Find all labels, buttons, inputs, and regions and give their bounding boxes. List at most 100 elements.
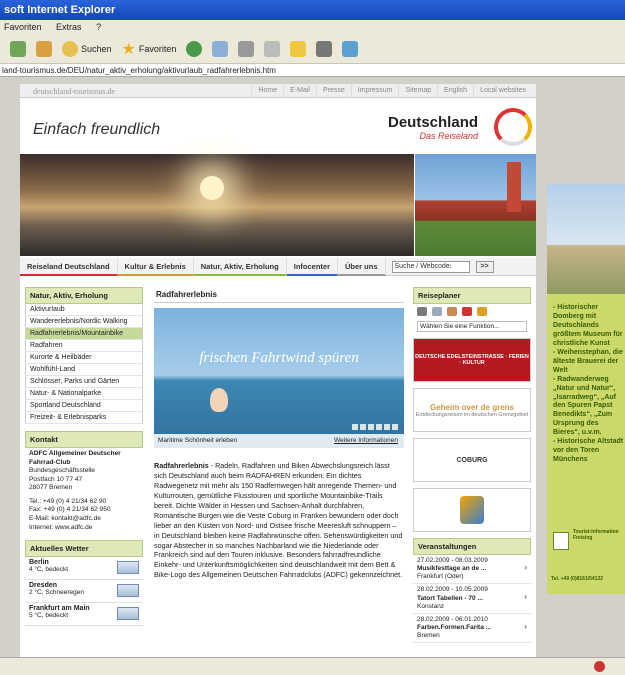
- site-brand[interactable]: deutschland-tourismus.de: [33, 87, 115, 96]
- tab-natur[interactable]: Natur, Aktiv, Erholung: [193, 257, 287, 276]
- toplink-presse[interactable]: Presse: [316, 84, 351, 97]
- print-icon[interactable]: [417, 307, 427, 316]
- kontakt-email[interactable]: E-Mail: kontakt@adfc.de: [29, 515, 139, 524]
- toplink-local[interactable]: Local websites: [473, 84, 532, 97]
- tab-ueber-uns[interactable]: Über uns: [338, 257, 386, 276]
- research-button[interactable]: [314, 38, 334, 60]
- logo-subtitle: Das Reiseland: [419, 131, 479, 141]
- side-ad-line: - Historische Altstadt vor den Toren Mün…: [553, 438, 624, 464]
- search-go-button[interactable]: >>: [475, 260, 494, 273]
- print-icon: [238, 40, 255, 57]
- window-title: soft Internet Explorer: [4, 4, 116, 16]
- menu-item-wandern[interactable]: Wandererlebnis/Nordic Walking: [25, 316, 143, 328]
- teaser-caption: Maritime Schönheit erleben Weitere Inform…: [154, 434, 404, 448]
- menu-item-radfahrerlebnis[interactable]: Radfahrerlebnis/Mountainbike: [25, 328, 143, 340]
- star-icon: ★: [121, 40, 136, 58]
- menu-item-schloesser[interactable]: Schlösser, Parks und Gärten: [25, 376, 143, 388]
- geheim-ad[interactable]: Geheim over de grens Entdeckungsreisen im…: [413, 388, 531, 432]
- menu-item-kurorte[interactable]: Kurorte & Heilbäder: [25, 352, 143, 364]
- freising-side-ad[interactable]: - Historischer Domberg mit Deutschlands …: [547, 184, 625, 594]
- menu-item-wohlfuehl[interactable]: Wohlfühl-Land: [25, 364, 143, 376]
- reiseplaner-box: Reiseplaner Wählen Sie eine Funktion...: [413, 287, 531, 332]
- sleet-icon: [117, 584, 139, 598]
- more-info-link[interactable]: Weitere Informationen: [334, 434, 398, 448]
- weather-title: Aktuelles Wetter: [25, 540, 143, 558]
- menu-help[interactable]: ?: [96, 22, 101, 32]
- hero-sunset-image: [20, 154, 414, 256]
- edit-icon: [264, 40, 281, 57]
- favorites-button[interactable]: ★ Favoriten: [120, 38, 179, 60]
- address-bar[interactable]: land-tourismus.de/DEU/natur_aktiv_erholu…: [0, 64, 625, 77]
- messenger-button[interactable]: [340, 38, 360, 60]
- section-menu-title: Natur, Aktiv, Erholung: [25, 287, 143, 304]
- teaser-image[interactable]: frischen Fahrtwind spüren Maritime Schön…: [154, 308, 404, 448]
- search-button[interactable]: Suchen: [60, 38, 114, 60]
- region-logo-ad[interactable]: [413, 488, 531, 532]
- freising-town-image: [547, 184, 625, 294]
- geheim-sub: Entdeckungsreisen im deutschen Grenzgebi…: [415, 411, 529, 418]
- history-icon: [186, 40, 203, 57]
- folder-icon: [290, 40, 307, 57]
- coburg-ad[interactable]: COBURG: [413, 438, 531, 482]
- toplink-email[interactable]: E-Mail: [283, 84, 316, 97]
- event-name: Farben.Formen.Farita ...: [417, 623, 492, 631]
- site-slogan: Einfach freundlich: [33, 121, 161, 138]
- content-body: - Radeln, Radfahren und Biken Abwechslun…: [154, 461, 403, 580]
- favorites-button-label: Favoriten: [138, 43, 177, 54]
- kontakt-internet[interactable]: Internet: www.adfc.de: [29, 524, 139, 533]
- print-button[interactable]: [236, 38, 256, 60]
- toplink-home[interactable]: Home: [251, 84, 283, 97]
- toplink-english[interactable]: English: [437, 84, 473, 97]
- webpage: deutschland-tourismus.de Home E-Mail Pre…: [20, 84, 536, 657]
- menu-favoriten[interactable]: Favoriten: [4, 22, 42, 32]
- planer-select[interactable]: Wählen Sie eine Funktion...: [417, 321, 527, 332]
- toolbar: Suchen ★ Favoriten: [0, 34, 625, 64]
- weather-desc: 5 °C, bedeckt: [29, 612, 69, 620]
- window-titlebar: soft Internet Explorer: [0, 0, 625, 20]
- security-zone-icon: [594, 661, 605, 672]
- teaser-slogan: frischen Fahrtwind spüren: [199, 350, 359, 366]
- menu-item-freizeit[interactable]: Freizeit- & Erlebnisparks: [25, 412, 143, 424]
- menu-extras[interactable]: Extras: [56, 22, 82, 32]
- tab-kultur[interactable]: Kultur & Erlebnis: [117, 257, 194, 276]
- event-item[interactable]: 28.02.2009 - 10.05.2009 Tatort Tabellen -…: [413, 584, 531, 614]
- reiseplaner-title: Reiseplaner: [413, 287, 531, 304]
- menu-item-aktivurlaub[interactable]: Aktivurlaub: [25, 304, 143, 316]
- teaser-pager[interactable]: [352, 424, 398, 430]
- history-button[interactable]: [184, 38, 204, 60]
- weather-row[interactable]: Frankfurt am Main 5 °C, bedeckt: [25, 603, 143, 627]
- home-button[interactable]: [34, 38, 54, 60]
- right-column: Reiseplaner Wählen Sie eine Funktion... …: [413, 287, 531, 644]
- search-webcode-input[interactable]: Suche / Webcode:: [391, 260, 470, 273]
- mail-icon[interactable]: [432, 307, 442, 316]
- event-item[interactable]: 27.02.2009 - 08.03.2009 Musikfesttage an …: [413, 555, 531, 585]
- weather-row[interactable]: Dresden 2 °C, Schneeregen: [25, 580, 143, 604]
- menu-item-radfahren[interactable]: Radfahren: [25, 340, 143, 352]
- toplink-sitemap[interactable]: Sitemap: [398, 84, 437, 97]
- tab-reiseland[interactable]: Reiseland Deutschland: [20, 257, 118, 276]
- edit-button[interactable]: [262, 38, 282, 60]
- weather-row[interactable]: Berlin 4 °C, bedeckt: [25, 557, 143, 581]
- event-date: 28.02.2009 - 06.01.2010: [417, 615, 488, 623]
- cyclist-figure: [210, 388, 228, 412]
- mail-button[interactable]: [210, 38, 230, 60]
- mail-icon: [212, 40, 229, 57]
- logo-title: Deutschland: [388, 114, 479, 131]
- side-ad-line: - Radwanderweg „Natur und Natur“, „Isarr…: [553, 375, 617, 437]
- shirt-icon[interactable]: [462, 307, 472, 316]
- event-item[interactable]: 28.02.2009 - 06.01.2010 Farben.Formen.Far…: [413, 614, 531, 644]
- refresh-button[interactable]: [8, 38, 28, 60]
- menu-item-naturparke[interactable]: Natur- & Nationalparke: [25, 388, 143, 400]
- tour-icon[interactable]: [477, 307, 487, 316]
- edelsteinstrasse-ad[interactable]: DEUTSCHE EDELSTEINSTRASSE · FERIEN · KUL…: [413, 338, 531, 382]
- folder-button[interactable]: [288, 38, 308, 60]
- bookmark-icon[interactable]: [447, 307, 457, 316]
- kontakt-fax: Fax: +49 (0) 4 21/34 62 950: [29, 506, 111, 514]
- kontakt-org: ADFC Allgemeiner Deutscher Fahrrad-Club: [29, 450, 121, 466]
- tab-infocenter[interactable]: Infocenter: [286, 257, 338, 276]
- toplink-impressum[interactable]: Impressum: [350, 84, 399, 97]
- edelstein-ad-text: DEUTSCHE EDELSTEINSTRASSE · FERIEN · KUL…: [415, 354, 529, 366]
- site-logo[interactable]: Deutschland Das Reiseland: [388, 114, 478, 141]
- search-icon: [62, 40, 78, 57]
- menu-item-sportland[interactable]: Sportland Deutschland: [25, 400, 143, 412]
